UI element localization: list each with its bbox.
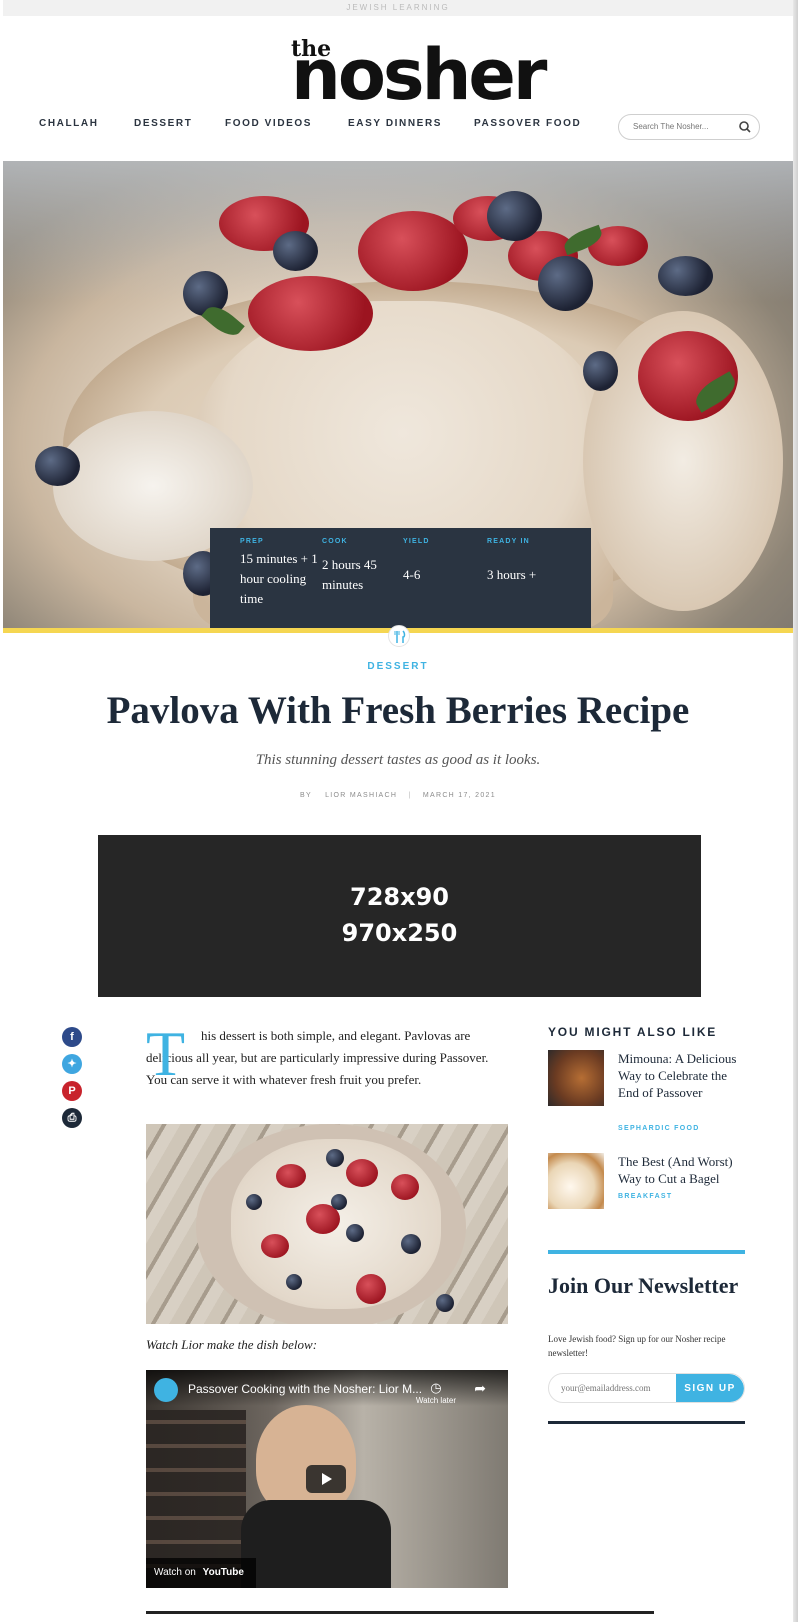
page-title: Pavlova With Fresh Berries Recipe xyxy=(106,689,690,732)
byline: BY LIOR MASHIACH | MARCH 17, 2021 xyxy=(3,792,793,799)
watch-on-label: Watch on xyxy=(154,1567,196,1578)
clock-icon: ◷ xyxy=(430,1380,442,1395)
youtube-logo: YouTube xyxy=(202,1567,244,1578)
related-item-title[interactable]: Mimouna: A Delicious Way to Celebrate th… xyxy=(618,1050,748,1101)
related-item[interactable]: Mimouna: A Delicious Way to Celebrate th… xyxy=(548,1050,748,1140)
twitter-icon[interactable]: ✦ xyxy=(62,1054,82,1074)
nav-item-easy-dinners[interactable]: EASY DINNERS xyxy=(348,118,442,129)
print-icon[interactable]: ⎙ xyxy=(62,1108,82,1128)
cook-value: 2 hours 45 minutes xyxy=(322,557,377,592)
newsletter-top-rule xyxy=(548,1250,745,1254)
logo-nosher: nosher xyxy=(291,34,547,116)
ad-placeholder[interactable]: 728x90 970x250 xyxy=(98,835,701,997)
recipe-info-box: PREP 15 minutes + 1 hour cooling time CO… xyxy=(210,528,591,631)
ad-size-2: 970x250 xyxy=(341,919,458,947)
jewish-learning-link[interactable]: JEWISH LEARNING xyxy=(346,3,449,12)
top-strip: JEWISH LEARNING xyxy=(3,0,793,16)
section-divider xyxy=(146,1611,654,1614)
byline-by: BY xyxy=(300,792,312,799)
newsletter-title: Join Our Newsletter xyxy=(548,1273,739,1298)
yield-col: YIELD 4-6 xyxy=(403,538,473,585)
ad-size-1: 728x90 xyxy=(350,883,449,911)
watch-later-label: Watch later xyxy=(415,1396,456,1405)
sidebar-heading: YOU MIGHT ALSO LIKE xyxy=(548,1025,718,1039)
newsletter-form: SIGN UP xyxy=(548,1373,745,1403)
facebook-icon[interactable]: f xyxy=(62,1027,82,1047)
channel-avatar[interactable] xyxy=(154,1378,178,1402)
scroll-edge xyxy=(793,0,798,1622)
category-label[interactable]: DESSERT xyxy=(3,661,793,672)
prep-col: PREP 15 minutes + 1 hour cooling time xyxy=(240,538,320,609)
nav-item-food-videos[interactable]: FOOD VIDEOS xyxy=(225,118,312,129)
related-item-title[interactable]: The Best (And Worst) Way to Cut a Bagel xyxy=(618,1153,748,1187)
author-link[interactable]: LIOR MASHIACH xyxy=(325,792,397,799)
pavlova-photo xyxy=(146,1124,508,1324)
page: JEWISH LEARNING the nosher CHALLAH DESSE… xyxy=(3,0,793,1622)
fork-knife-badge xyxy=(388,625,410,647)
search-icon[interactable] xyxy=(738,120,752,134)
nav-item-challah[interactable]: CHALLAH xyxy=(39,118,99,129)
publish-date: MARCH 17, 2021 xyxy=(422,792,496,799)
share-arrow-icon[interactable]: ➦ xyxy=(474,1380,486,1397)
watch-later-button[interactable]: ◷ Watch later xyxy=(416,1380,456,1405)
newsletter-bottom-rule xyxy=(548,1421,745,1424)
ready-value: 3 hours + xyxy=(487,567,537,582)
article-body: T his dessert is both simple, and elegan… xyxy=(146,1018,510,1091)
fork-knife-icon xyxy=(394,630,406,643)
yield-value: 4-6 xyxy=(403,567,421,582)
byline-separator: | xyxy=(408,792,412,799)
article-intro: his dessert is both simple, and elegant.… xyxy=(146,1028,489,1087)
signup-button[interactable]: SIGN UP xyxy=(676,1374,744,1402)
cook-col: COOK 2 hours 45 minutes xyxy=(322,538,394,595)
related-item[interactable]: The Best (And Worst) Way to Cut a Bagel … xyxy=(548,1153,748,1213)
yield-label: YIELD xyxy=(403,538,430,545)
prep-value: 15 minutes + 1 hour cooling time xyxy=(240,551,318,606)
prep-label: PREP xyxy=(240,538,264,545)
search-box xyxy=(618,114,760,140)
play-icon xyxy=(322,1473,332,1485)
page-subtitle: This stunning dessert tastes as good as … xyxy=(255,752,541,768)
play-button[interactable] xyxy=(306,1465,346,1493)
email-field[interactable] xyxy=(561,1383,671,1393)
nav-item-passover-food[interactable]: PASSOVER FOOD xyxy=(474,118,581,129)
drop-cap: T xyxy=(146,1018,186,1089)
pinterest-icon[interactable]: P xyxy=(62,1081,82,1101)
related-item-tag[interactable]: BREAKFAST xyxy=(618,1193,672,1200)
watch-on-youtube[interactable]: Watch on YouTube xyxy=(146,1558,256,1588)
nav-item-dessert[interactable]: DESSERT xyxy=(134,118,192,129)
ready-col: READY IN 3 hours + xyxy=(487,538,577,585)
cook-label: COOK xyxy=(322,538,348,545)
mimouna-thumbnail[interactable] xyxy=(548,1050,604,1106)
ready-label: READY IN xyxy=(487,538,530,545)
video-title[interactable]: Passover Cooking with the Nosher: Lior M… xyxy=(188,1382,422,1396)
newsletter-text: Love Jewish food? Sign up for our Nosher… xyxy=(548,1334,726,1358)
search-input[interactable] xyxy=(633,122,733,131)
related-item-tag[interactable]: SEPHARDIC FOOD xyxy=(618,1125,700,1132)
video-caption: Watch Lior make the dish below: xyxy=(146,1337,318,1352)
bagel-thumbnail[interactable] xyxy=(548,1153,604,1209)
youtube-embed[interactable]: Passover Cooking with the Nosher: Lior M… xyxy=(146,1370,508,1588)
